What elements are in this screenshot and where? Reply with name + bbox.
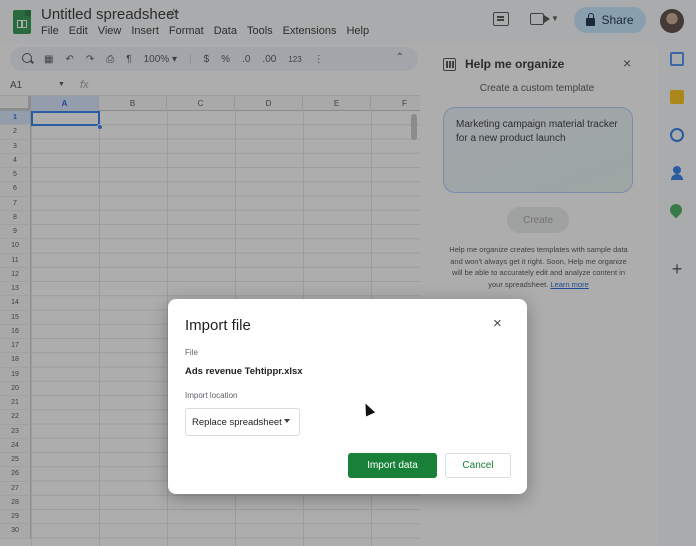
close-icon[interactable]: × [493, 315, 502, 332]
caret-down-icon [284, 419, 290, 423]
import-location-label: Import location [185, 391, 238, 400]
import-location-select[interactable]: Replace spreadsheet [185, 408, 300, 436]
file-name: Ads revenue Tehtippr.xlsx [185, 366, 303, 377]
import-location-value: Replace spreadsheet [192, 416, 282, 428]
import-file-dialog: Import file × File Ads revenue Tehtippr.… [168, 299, 527, 494]
import-data-button[interactable]: Import data [348, 453, 437, 478]
file-label: File [185, 348, 198, 357]
cancel-button[interactable]: Cancel [445, 453, 511, 478]
dialog-title: Import file [185, 317, 251, 334]
